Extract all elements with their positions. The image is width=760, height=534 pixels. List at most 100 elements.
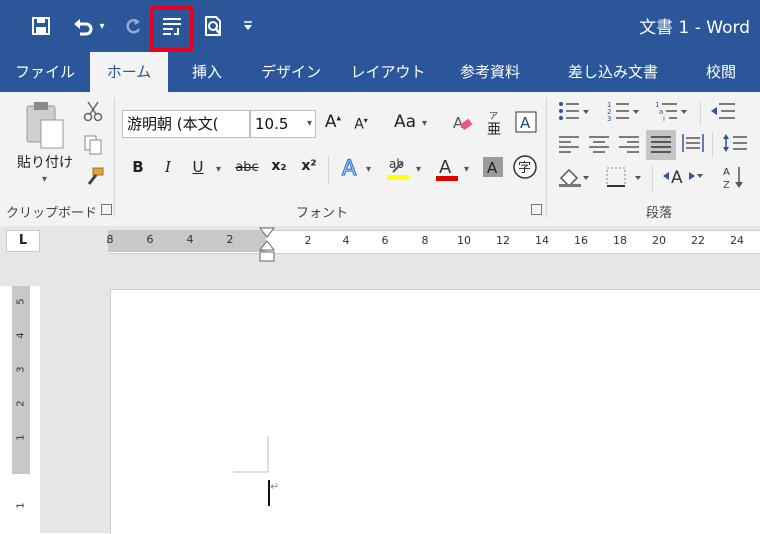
sort-icon[interactable]: AZ bbox=[720, 164, 750, 195]
ruler-tick: 18 bbox=[613, 234, 627, 247]
tab-insert[interactable]: 挿入 bbox=[176, 52, 238, 92]
svg-text:A: A bbox=[723, 167, 730, 178]
ruler-tick: 4 bbox=[15, 332, 27, 339]
borders-icon[interactable] bbox=[604, 166, 644, 193]
bold-button[interactable]: B bbox=[128, 158, 148, 176]
ruler-tick: 1 bbox=[15, 434, 27, 441]
ruler-tick: 6 bbox=[146, 233, 154, 246]
group-divider bbox=[328, 156, 329, 184]
tab-mailings[interactable]: 差し込み文書 bbox=[554, 52, 672, 92]
svg-text:A: A bbox=[439, 157, 452, 178]
line-spacing-icon[interactable] bbox=[720, 132, 750, 159]
font-group-label: フォント bbox=[296, 206, 349, 221]
ruler-tick: 5 bbox=[15, 298, 27, 305]
subscript-button[interactable]: x₂ bbox=[268, 158, 290, 174]
change-case-dropdown-icon[interactable]: ▾ bbox=[422, 118, 427, 129]
grow-font-icon[interactable]: A▴ bbox=[322, 112, 344, 132]
title-bar: ▾ 文書 1 - Word bbox=[0, 0, 760, 52]
tab-file[interactable]: ファイル bbox=[6, 52, 84, 92]
enclose-characters-icon[interactable]: 字 bbox=[512, 154, 538, 185]
cut-icon[interactable] bbox=[82, 100, 104, 127]
svg-text:A: A bbox=[671, 168, 683, 188]
ruler-tick: 3 bbox=[15, 366, 27, 373]
highlight-dropdown-icon[interactable]: ▾ bbox=[416, 164, 421, 175]
redo-icon[interactable] bbox=[118, 10, 148, 42]
font-size-combo[interactable]: 10.5 ▾ bbox=[250, 110, 316, 138]
text-effects-icon[interactable]: A bbox=[338, 154, 364, 185]
group-divider bbox=[114, 98, 115, 218]
bullets-icon[interactable] bbox=[556, 100, 592, 127]
tab-design[interactable]: デザイン bbox=[250, 52, 332, 92]
font-size-value: 10.5 bbox=[255, 115, 289, 133]
undo-dropdown-icon[interactable]: ▾ bbox=[94, 10, 110, 42]
align-center-icon[interactable] bbox=[586, 134, 612, 159]
paste-label[interactable]: 貼り付け bbox=[10, 152, 80, 172]
justify-icon[interactable] bbox=[646, 130, 676, 160]
paste-icon[interactable] bbox=[18, 100, 68, 154]
print-preview-icon[interactable] bbox=[199, 10, 229, 42]
font-color-dropdown-icon[interactable]: ▾ bbox=[464, 164, 469, 175]
decrease-indent-icon[interactable] bbox=[708, 100, 738, 127]
highlight-color-icon[interactable]: ab bbox=[384, 154, 412, 187]
clipboard-launcher-icon[interactable] bbox=[101, 204, 112, 215]
shading-icon[interactable] bbox=[556, 166, 592, 193]
distributed-icon[interactable] bbox=[680, 132, 706, 159]
highlight-frame bbox=[150, 6, 194, 52]
group-divider bbox=[546, 98, 547, 218]
character-border-icon[interactable]: A bbox=[514, 110, 538, 139]
ruler-tick: 6 bbox=[381, 234, 389, 247]
font-name-value: 游明朝 (本文( bbox=[127, 115, 219, 133]
svg-text:i: i bbox=[663, 115, 665, 122]
svg-text:字: 字 bbox=[518, 161, 531, 176]
margin-corner-mark bbox=[233, 436, 269, 473]
tab-selector[interactable]: L bbox=[6, 230, 40, 252]
ruler-tick: 8 bbox=[421, 234, 429, 247]
ruler-tick: 16 bbox=[574, 234, 588, 247]
tab-review[interactable]: 校閲 bbox=[690, 52, 752, 92]
font-launcher-icon[interactable] bbox=[531, 204, 542, 215]
window-title: 文書 1 - Word bbox=[639, 18, 750, 38]
font-color-icon[interactable]: A bbox=[434, 154, 460, 187]
change-case-label: Aa bbox=[393, 112, 417, 132]
font-size-dropdown-icon[interactable]: ▾ bbox=[307, 111, 312, 137]
ruler-tick: 22 bbox=[691, 234, 705, 247]
svg-text:3: 3 bbox=[607, 115, 611, 122]
ruler-tick: 1 bbox=[15, 502, 27, 509]
align-left-icon[interactable] bbox=[556, 134, 582, 159]
ruler-tick: 12 bbox=[496, 234, 510, 247]
tab-layout[interactable]: レイアウト bbox=[344, 52, 432, 92]
indent-marker-icon[interactable] bbox=[258, 226, 276, 264]
clipboard-group-label: クリップボード bbox=[6, 206, 98, 221]
italic-button[interactable]: I bbox=[158, 158, 178, 176]
svg-text:ア: ア bbox=[489, 112, 498, 122]
ruler-tick: 14 bbox=[535, 234, 549, 247]
numbering-icon[interactable]: 123 bbox=[606, 100, 642, 127]
asian-layout-icon[interactable]: A bbox=[660, 164, 704, 193]
underline-dropdown-icon[interactable]: ▾ bbox=[216, 164, 221, 175]
ribbon-tab-bar: ファイル ホーム 挿入 デザイン レイアウト 参考資料 差し込み文書 校閲 bbox=[0, 52, 760, 92]
phonetic-guide-icon[interactable]: ア亜 bbox=[484, 110, 506, 139]
clear-formatting-icon[interactable]: A bbox=[450, 112, 474, 139]
font-name-combo[interactable]: 游明朝 (本文( bbox=[122, 110, 250, 138]
group-divider bbox=[712, 132, 713, 158]
tab-references[interactable]: 参考資料 bbox=[446, 52, 534, 92]
ruler-tick: 24 bbox=[730, 234, 744, 247]
underline-button[interactable]: U bbox=[188, 158, 208, 176]
format-painter-icon[interactable] bbox=[82, 166, 106, 193]
align-right-icon[interactable] bbox=[616, 134, 642, 159]
save-icon[interactable] bbox=[26, 10, 56, 42]
shrink-font-icon[interactable]: A▾ bbox=[350, 116, 372, 133]
customize-qat-icon[interactable] bbox=[238, 10, 258, 42]
ruler-tick: 2 bbox=[15, 400, 27, 407]
character-shading-icon[interactable]: A bbox=[482, 156, 504, 183]
paste-dropdown-icon[interactable]: ▾ bbox=[42, 174, 47, 185]
change-case-button[interactable]: Aa bbox=[390, 112, 420, 132]
superscript-button[interactable]: x² bbox=[298, 158, 320, 174]
text-effects-dropdown-icon[interactable]: ▾ bbox=[366, 164, 371, 175]
strikethrough-button[interactable]: abc bbox=[232, 160, 262, 175]
tab-home[interactable]: ホーム bbox=[90, 52, 168, 92]
copy-icon[interactable] bbox=[82, 134, 104, 161]
document-page[interactable]: ↵ bbox=[110, 289, 760, 534]
svg-text:亜: 亜 bbox=[487, 122, 501, 136]
multilevel-list-icon[interactable]: 1ai bbox=[654, 100, 690, 127]
